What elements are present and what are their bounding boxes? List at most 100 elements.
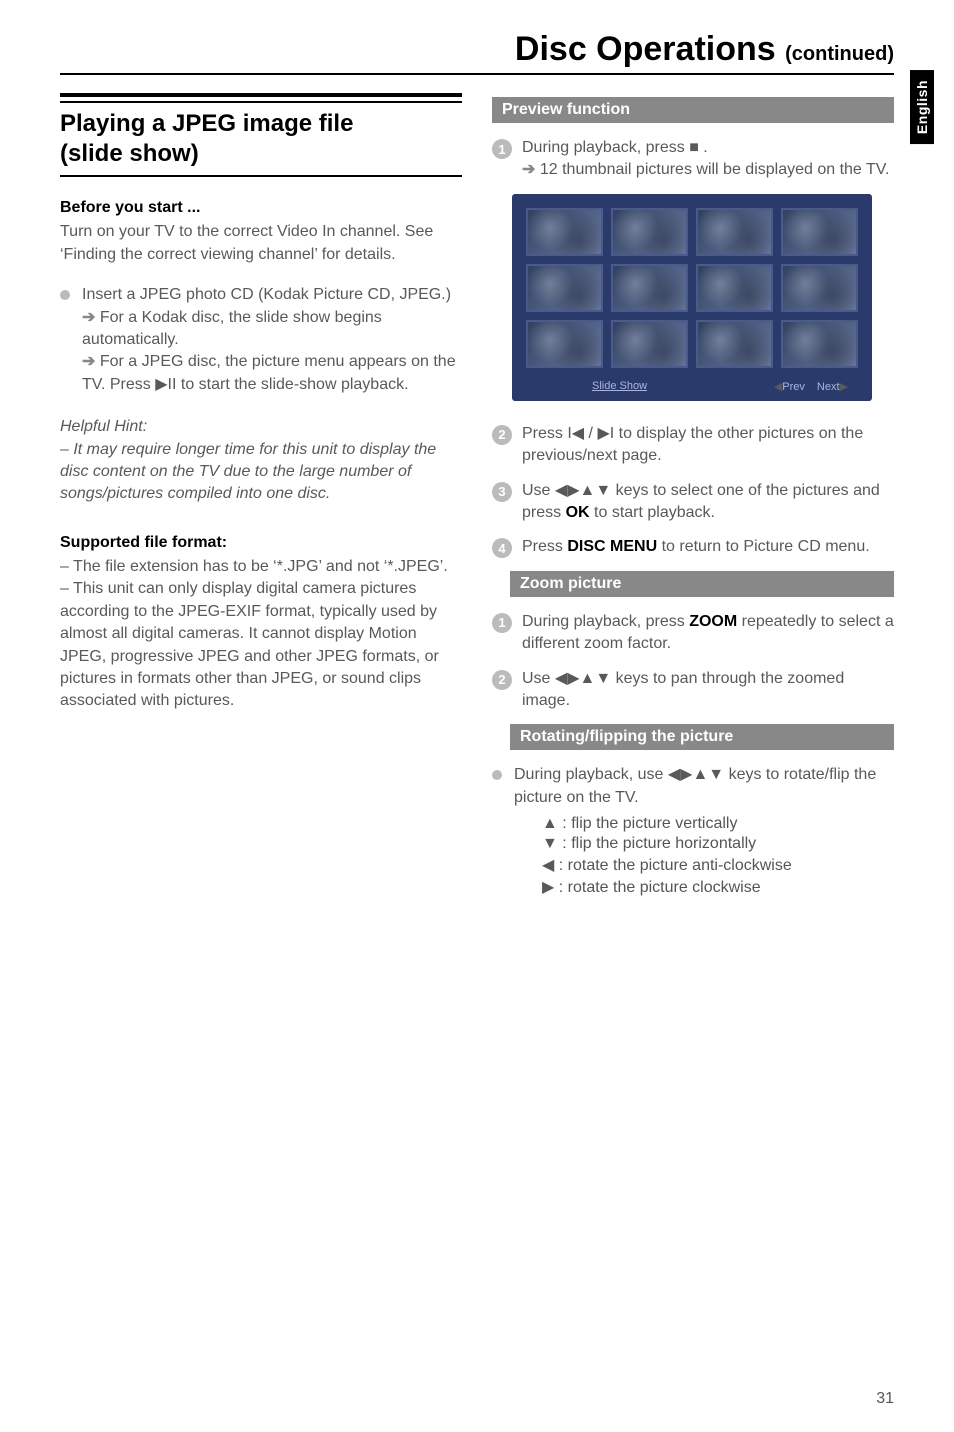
hint-label: Helpful Hint:: [60, 416, 462, 438]
preview-step1-text: During playback, press ■ . ➔ 12 thumbnai…: [522, 137, 894, 182]
stop-icon: ■: [689, 139, 699, 156]
kodak-arrow-line: ➔ For a Kodak disc, the slide show begin…: [82, 307, 462, 352]
thumbnail-grid: [526, 208, 858, 368]
step4-post: to return to Picture CD menu.: [657, 538, 870, 555]
arrow-keys-icon: ◀▶▲▼: [555, 482, 611, 499]
step1-post: .: [699, 139, 708, 156]
columns: Playing a JPEG image file (slide show) B…: [60, 93, 894, 1392]
zoom-step2: 2 Use ◀▶▲▼ keys to pan through the zoome…: [492, 668, 894, 713]
next-track-icon: ▶I: [597, 425, 614, 442]
thumb-cell: [696, 264, 773, 312]
preview-step2: 2 Press I◀ / ▶I to display the other pic…: [492, 423, 894, 468]
zoom-label: ZOOM: [689, 613, 737, 630]
arrow-icon: ➔: [82, 309, 95, 326]
key-down-text: : flip the picture horizontally: [562, 835, 756, 852]
step3-pre: Use: [522, 482, 555, 499]
rule-bottom: [60, 175, 462, 177]
section-title-line1: Playing a JPEG image file: [60, 110, 353, 137]
arrow-keys-icon: ◀▶▲▼: [668, 766, 724, 783]
insert-block: Insert a JPEG photo CD (Kodak Picture CD…: [82, 284, 462, 396]
thumb-cell: [781, 320, 858, 368]
next-nav: Next▶: [817, 380, 848, 393]
prev-nav: ◀Prev: [774, 380, 805, 393]
zoom-header: Zoom picture: [510, 571, 894, 597]
thumb-cell: [611, 320, 688, 368]
rotate-header: Rotating/flipping the picture: [510, 724, 894, 750]
section-title-line2: (slide show): [60, 140, 199, 167]
key-right-line: ▶ : rotate the picture clockwise: [542, 877, 894, 897]
insert-text: Insert a JPEG photo CD (Kodak Picture CD…: [82, 284, 462, 306]
page-container: Disc Operations (continued) Playing a JP…: [0, 0, 954, 1432]
supported-p2: – This unit can only display digital cam…: [60, 578, 462, 712]
rotate-pre: During playback, use: [514, 766, 668, 783]
bullet-icon: [492, 770, 502, 780]
thumb-cell: [696, 320, 773, 368]
key-up-text: : flip the picture vertically: [562, 815, 737, 832]
right-column: Preview function 1 During playback, pres…: [492, 93, 894, 1392]
arrow-icon: ➔: [82, 353, 95, 370]
step1-arrow-text: 12 thumbnail pictures will be displayed …: [540, 161, 890, 178]
key-right-text: : rotate the picture clockwise: [559, 879, 761, 896]
page-number: 31: [876, 1390, 894, 1408]
rule-top: [60, 93, 462, 103]
thumb-cell: [526, 264, 603, 312]
ok-label: OK: [566, 504, 590, 521]
zoom1-pre: During playback, press: [522, 613, 689, 630]
zoom2-pre: Use: [522, 670, 555, 687]
thumb-cell: [696, 208, 773, 256]
triangle-right-icon: ▶: [840, 381, 848, 393]
badge-2: 2: [492, 425, 512, 445]
thumb-nav: ◀Prev Next▶: [774, 380, 848, 393]
key-up-line: ▲ : flip the picture vertically: [542, 815, 894, 833]
title-main: Disc Operations: [515, 30, 776, 68]
supported-p1: – The file extension has to be ‘*.JPG’ a…: [60, 556, 462, 578]
key-down-line: ▼ : flip the picture horizontally: [542, 835, 894, 853]
title-continued: (continued): [785, 43, 894, 65]
jpeg-arrow-line: ➔ For a JPEG disc, the picture menu appe…: [82, 351, 462, 396]
rotate-keys-list: ▲ : flip the picture vertically ▼ : flip…: [542, 815, 894, 897]
preview-step1: 1 During playback, press ■ . ➔ 12 thumbn…: [492, 137, 894, 182]
before-heading: Before you start ...: [60, 197, 462, 219]
page-title: Disc Operations (continued): [60, 30, 894, 69]
down-icon: ▼: [542, 835, 558, 852]
prev-track-icon: I◀: [567, 425, 584, 442]
step3-post: to start playback.: [590, 504, 715, 521]
bullet-icon: [60, 290, 70, 300]
right-icon: ▶: [542, 879, 554, 896]
thumb-cell: [611, 208, 688, 256]
step1-pre: During playback, press: [522, 139, 689, 156]
next-label: Next: [817, 381, 840, 393]
arrow-keys-icon: ◀▶▲▼: [555, 670, 611, 687]
badge-1: 1: [492, 613, 512, 633]
title-row: Disc Operations (continued): [60, 30, 894, 75]
key-left-text: : rotate the picture anti-clockwise: [559, 857, 792, 874]
language-tab: English: [910, 70, 934, 144]
key-left-line: ◀ : rotate the picture anti-clockwise: [542, 855, 894, 875]
step2-pre: Press: [522, 425, 567, 442]
thumbnail-bottom-bar: Slide Show ◀Prev Next▶: [526, 378, 858, 393]
zoom-step1: 1 During playback, press ZOOM repeatedly…: [492, 611, 894, 656]
step4-pre: Press: [522, 538, 567, 555]
badge-2: 2: [492, 670, 512, 690]
kodak-arrow-text: For a Kodak disc, the slide show begins …: [82, 309, 382, 348]
disc-menu-label: DISC MENU: [567, 538, 657, 555]
preview-step4: 4 Press DISC MENU to return to Picture C…: [492, 536, 894, 558]
rotate-bullet: During playback, use ◀▶▲▼ keys to rotate…: [492, 764, 894, 899]
left-column: Playing a JPEG image file (slide show) B…: [60, 93, 462, 1392]
hint-text: – It may require longer time for this un…: [60, 439, 462, 506]
jpeg-arrow-post: to start the slide-show playback.: [176, 376, 408, 393]
insert-bullet: Insert a JPEG photo CD (Kodak Picture CD…: [60, 284, 462, 396]
prev-label: Prev: [782, 381, 805, 393]
badge-4: 4: [492, 538, 512, 558]
triangle-left-icon: ◀: [774, 381, 782, 393]
badge-1: 1: [492, 139, 512, 159]
before-text: Turn on your TV to the correct Video In …: [60, 221, 462, 266]
preview-step3: 3 Use ◀▶▲▼ keys to select one of the pic…: [492, 480, 894, 525]
badge-3: 3: [492, 482, 512, 502]
supported-heading: Supported file format:: [60, 532, 462, 554]
arrow-icon: ➔: [522, 161, 535, 178]
thumb-cell: [781, 208, 858, 256]
slide-show-label: Slide Show: [592, 380, 647, 392]
section-title: Playing a JPEG image file (slide show): [60, 109, 462, 169]
preview-header: Preview function: [492, 97, 894, 123]
